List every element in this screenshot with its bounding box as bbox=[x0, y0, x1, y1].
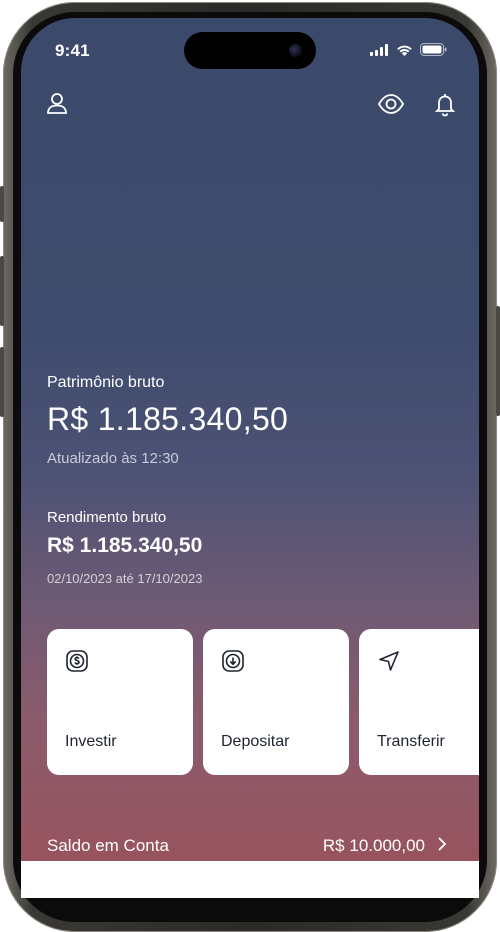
status-time: 9:41 bbox=[55, 41, 90, 60]
side-button-volume-down bbox=[0, 347, 4, 417]
transfer-card[interactable]: Transferir bbox=[359, 629, 479, 775]
patrimonio-label: Patrimônio bruto bbox=[47, 374, 165, 391]
send-icon bbox=[377, 649, 401, 673]
eye-icon[interactable] bbox=[377, 90, 405, 118]
saldo-right: R$ 10.000,00 bbox=[323, 836, 447, 857]
status-icons bbox=[370, 43, 447, 56]
cellular-signal-icon bbox=[370, 43, 389, 56]
battery-icon bbox=[420, 43, 447, 56]
saldo-value: R$ 10.000,00 bbox=[322, 836, 425, 855]
saldo-row[interactable]: Saldo em Conta R$ 10.000,00 bbox=[47, 834, 447, 858]
side-button-power bbox=[496, 306, 500, 416]
chevron-right-icon[interactable] bbox=[437, 836, 447, 857]
bell-icon[interactable] bbox=[431, 90, 459, 118]
dynamic-island bbox=[184, 32, 316, 69]
user-icon[interactable] bbox=[43, 90, 71, 118]
bottom-sheet bbox=[21, 861, 479, 898]
invest-card[interactable]: Investir bbox=[47, 629, 193, 775]
rendimento-value: R$ 1.185.340,50 bbox=[47, 534, 203, 557]
transfer-label: Transferir bbox=[377, 733, 445, 750]
deposit-label: Depositar bbox=[221, 733, 290, 750]
rendimento-label: Rendimento bruto bbox=[47, 509, 167, 526]
invest-label: Investir bbox=[65, 733, 117, 750]
saldo-label: Saldo em Conta bbox=[47, 836, 169, 855]
dollar-circle-icon bbox=[65, 649, 89, 673]
app-screen: 9:41 Patrimônio bruto R$ 1.185.340,50 At… bbox=[21, 18, 479, 898]
side-button-volume-up bbox=[0, 256, 4, 326]
arrow-down-circle-icon bbox=[221, 649, 245, 673]
updated-timestamp: Atualizado às 12:30 bbox=[47, 450, 179, 467]
action-cards: Investir Depositar Transferir bbox=[47, 629, 479, 775]
camera-icon bbox=[289, 44, 302, 57]
deposit-card[interactable]: Depositar bbox=[203, 629, 349, 775]
rendimento-period: 02/10/2023 até 17/10/2023 bbox=[47, 571, 203, 586]
side-button-action bbox=[0, 186, 4, 222]
patrimonio-value: R$ 1.185.340,50 bbox=[47, 401, 289, 437]
wifi-icon bbox=[396, 44, 413, 56]
